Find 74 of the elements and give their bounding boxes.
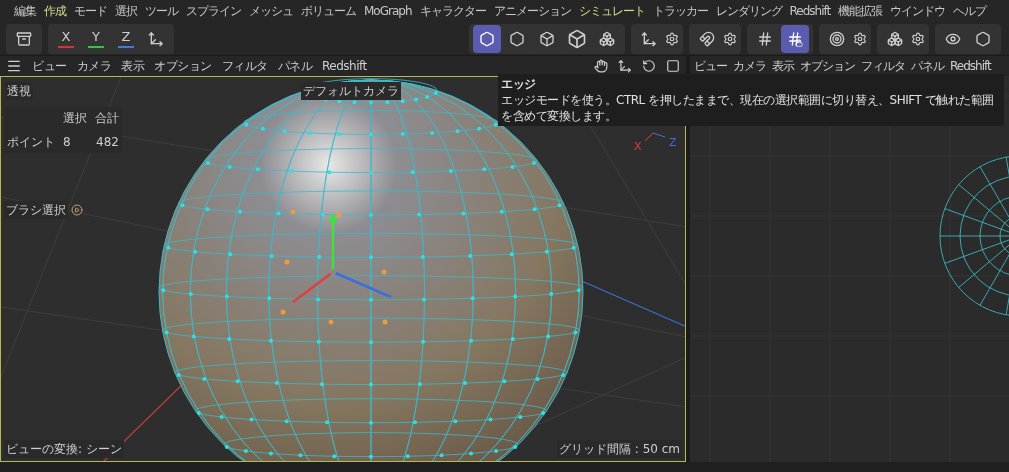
menu-item[interactable]: 選択 (115, 2, 137, 20)
menu-item[interactable]: Redshift (789, 2, 831, 20)
axis-button[interactable]: X (52, 24, 80, 53)
gear-icon (853, 31, 867, 46)
menu-item[interactable]: トラッカー (652, 2, 708, 20)
viewport-menu-item[interactable]: 表示 (121, 57, 144, 75)
stats-cell-text: ポイント (7, 134, 55, 151)
archive-icon (16, 30, 32, 47)
move-icon (618, 59, 632, 73)
viewport-menu-item[interactable]: パネル (277, 57, 312, 75)
gear-icon (911, 31, 925, 46)
axis-label: X (634, 140, 642, 154)
axis-button[interactable]: Y (82, 24, 110, 53)
viewport-menu-item[interactable]: カメラ (76, 57, 111, 75)
menu-icon (6, 58, 22, 74)
grid-icon (757, 30, 773, 47)
menu-item[interactable]: ボリューム (301, 2, 356, 20)
viewport-menu-item[interactable]: オプション (800, 57, 855, 75)
projection-label[interactable]: 透視 (5, 82, 33, 100)
hand-icon (594, 59, 608, 73)
menu-item[interactable]: 機能拡張 (838, 2, 883, 20)
menu-item[interactable]: キャラクター (419, 2, 486, 20)
menu-item[interactable]: モード (74, 2, 107, 20)
brush-selection-label[interactable]: ブラシ選択 (4, 201, 68, 219)
gear-icon (665, 31, 679, 46)
menu-item[interactable]: ツール (145, 2, 178, 20)
maximize-icon (666, 59, 680, 73)
magnet-icon (699, 30, 715, 47)
menu-item[interactable]: ヘルプ (953, 2, 987, 20)
viewport-menu-item[interactable]: ビュー (32, 57, 67, 75)
viewport-menu-item[interactable]: カメラ (733, 57, 766, 75)
axis-button[interactable]: Z (112, 24, 140, 53)
axes-icon (641, 30, 657, 47)
hexagon-edge-icon (509, 30, 525, 47)
play-circle-icon[interactable] (71, 204, 83, 216)
camera-label[interactable]: デフォルトカメラ (301, 82, 401, 100)
viewport-menu-item[interactable]: Redshift (950, 57, 991, 75)
menu-item[interactable]: 編集 (14, 2, 36, 20)
toolbar-button[interactable] (473, 24, 501, 53)
viewport-menu-item[interactable]: パネル (911, 57, 944, 75)
axes-icon (148, 30, 164, 47)
stats-cell-text: 8 (63, 134, 72, 151)
viewport-menu-item[interactable]: フィルタ (861, 57, 905, 75)
axes-lines-icon (643, 131, 667, 143)
target-icon (829, 30, 845, 47)
viewport-menu-item[interactable]: オプション (154, 57, 212, 75)
viewport-menu-item[interactable]: フィルタ (221, 57, 268, 75)
menu-item[interactable]: 作成 (44, 2, 66, 20)
tooltip-text: エッジモードを使う。CTRL を押したままで、現在の選択範囲に切り替え、SHIFT で触れた範囲を含めて変換します。 (501, 92, 995, 124)
menu-item[interactable]: ウインドウ (890, 2, 946, 20)
menu-item[interactable]: メッシュ (249, 2, 293, 20)
stats-header: 合計 (95, 110, 119, 127)
stats-cell-text: 482 (95, 134, 119, 151)
tooltip-title: エッジ (501, 76, 537, 92)
menu-item[interactable]: スプライン (186, 2, 241, 20)
grid-lock-icon (787, 30, 803, 47)
cubes-icon (599, 30, 615, 47)
menu-item[interactable]: アニメーション (493, 2, 571, 20)
view-transform-label: ビューの変換: シーン (4, 440, 124, 458)
grid-spacing-label: グリッド間隔 : 50 cm (556, 440, 682, 458)
rotate-icon (642, 59, 656, 73)
viewport-menu-item[interactable]: ビュー (694, 57, 727, 75)
cube-face-icon (539, 30, 555, 47)
menu-item[interactable]: シミュレート (578, 2, 645, 20)
hexagon-icon (975, 30, 991, 47)
menu-item[interactable]: レンダリング (715, 2, 782, 20)
viewport-menu-item[interactable]: Redshift (322, 57, 367, 75)
viewport-menu-item[interactable]: 表示 (772, 57, 794, 75)
toolbar-button[interactable] (781, 24, 809, 53)
gear-icon (723, 31, 737, 46)
menu-item[interactable]: MoGraph (364, 2, 412, 20)
cube-icon (567, 28, 587, 49)
axis-label: Z (669, 136, 677, 150)
stats-header: 選択 (63, 110, 87, 127)
